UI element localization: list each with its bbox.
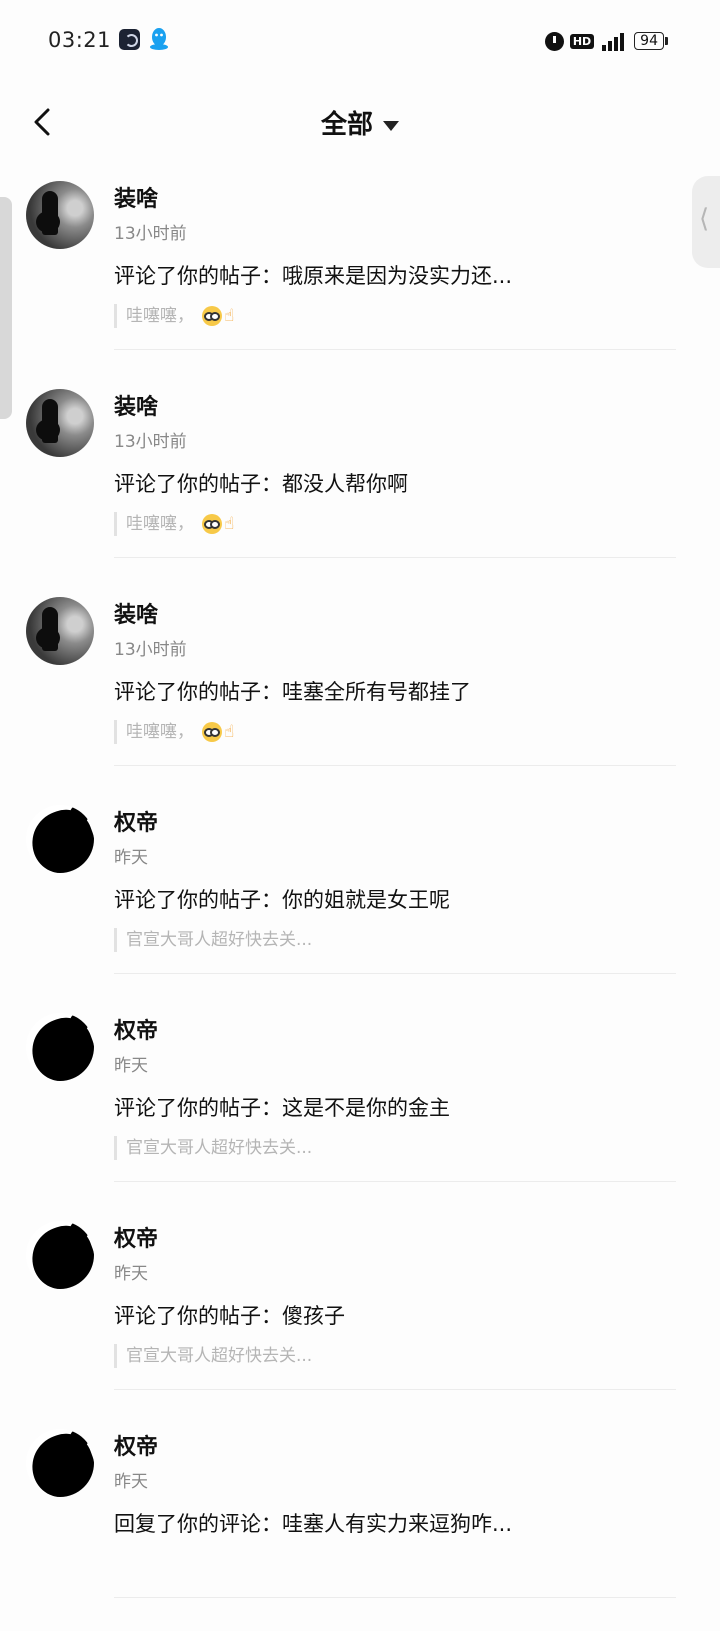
quoted-text: 官宣大哥人超好快去关... — [126, 1346, 313, 1366]
divider — [114, 973, 676, 974]
app-icon — [119, 29, 140, 50]
notification-text[interactable]: 评论了你的帖子：这是不是你的金主 — [114, 1092, 450, 1122]
alarm-icon — [544, 31, 564, 51]
divider — [114, 557, 676, 558]
quoted-text: 官宣大哥人超好快去关... — [126, 1138, 313, 1158]
timestamp: 昨天 — [114, 1264, 148, 1284]
hd-icon: HD — [569, 33, 595, 49]
battery-icon: 94 — [634, 32, 668, 50]
timestamp: 13小时前 — [114, 224, 187, 244]
notification-item[interactable]: 装啥 13小时前评论了你的帖子：都没人帮你啊哇噻噻， ☝ — [0, 383, 720, 591]
notification-item[interactable]: 权帝昨天回复了你的评论：哇塞人有实力来逗狗咋... — [0, 1423, 720, 1631]
quoted-post[interactable]: 官宣大哥人超好快去关... — [114, 928, 312, 952]
nerd-face-emoji-icon — [202, 722, 222, 742]
avatar[interactable] — [26, 181, 94, 249]
caret-down-icon[interactable] — [383, 120, 399, 131]
status-icons: HD 94 — [544, 29, 668, 53]
notification-item[interactable]: 装啥 13小时前评论了你的帖子：哇塞全所有号都挂了哇噻噻， ☝ — [0, 591, 720, 799]
divider — [114, 1597, 676, 1598]
timestamp: 昨天 — [114, 848, 148, 868]
username[interactable]: 权帝 — [114, 1013, 158, 1045]
status-time: 03:21 — [48, 28, 112, 52]
divider — [114, 1181, 676, 1182]
notification-list: 装啥 13小时前 评论了你的帖子：哦原来是因为没实力还... 哇噻噻， ☝ 装啥 13小时前… — [0, 175, 720, 1631]
avatar[interactable] — [26, 597, 94, 665]
timestamp: 昨天 — [114, 1056, 148, 1076]
signal-icon — [600, 31, 628, 51]
notification-item[interactable]: 权帝昨天评论了你的帖子：你的姐就是女王呢官宣大哥人超好快去关... — [0, 799, 720, 1007]
quoted-post[interactable]: 哇噻噻， ☝ — [114, 304, 234, 328]
avatar[interactable] — [26, 805, 94, 873]
quoted-post[interactable]: 哇噻噻， ☝ — [114, 512, 234, 536]
nerd-face-emoji-icon — [202, 514, 222, 534]
avatar[interactable] — [26, 389, 94, 457]
notification-text[interactable]: 评论了你的帖子：傻孩子 — [114, 1300, 345, 1330]
qq-icon — [150, 28, 168, 50]
quoted-post[interactable]: 官宣大哥人超好快去关... — [114, 1344, 312, 1368]
header: 全部 — [0, 90, 720, 156]
filter-dropdown[interactable]: 全部 — [0, 104, 720, 141]
timestamp: 13小时前 — [114, 432, 187, 452]
quoted-text: 哇噻噻， — [126, 306, 194, 326]
quoted-text: 哇噻噻， — [126, 722, 194, 742]
notification-item[interactable]: 装啥 13小时前评论了你的帖子：哦原来是因为没实力还... 哇噻噻， ☝ — [0, 175, 720, 383]
quoted-post[interactable]: 官宣大哥人超好快去关... — [114, 1136, 312, 1160]
notification-item[interactable]: 权帝昨天评论了你的帖子：这是不是你的金主官宣大哥人超好快去关... — [0, 1007, 720, 1215]
username[interactable]: 权帝 — [114, 1221, 158, 1253]
timestamp: 昨天 — [114, 1472, 148, 1492]
divider — [114, 765, 676, 766]
avatar[interactable] — [26, 1013, 94, 1081]
divider — [114, 349, 676, 350]
username[interactable]: 装啥 — [114, 597, 158, 629]
pointing-up-emoji-icon: ☝ — [224, 306, 235, 326]
notification-text[interactable]: 回复了你的评论：哇塞人有实力来逗狗咋... — [114, 1508, 512, 1538]
quoted-text: 哇噻噻， — [126, 514, 194, 534]
username[interactable]: 装啥 — [114, 181, 158, 213]
username[interactable]: 装啥 — [114, 389, 158, 421]
pointing-up-emoji-icon: ☝ — [224, 722, 235, 742]
username[interactable]: 权帝 — [114, 1429, 158, 1461]
divider — [114, 1389, 676, 1390]
pointing-up-emoji-icon: ☝ — [224, 514, 235, 534]
quoted-post[interactable]: 哇噻噻， ☝ — [114, 720, 234, 744]
notification-text[interactable]: 评论了你的帖子：都没人帮你啊 — [114, 468, 408, 498]
timestamp: 13小时前 — [114, 640, 187, 660]
username[interactable]: 权帝 — [114, 805, 158, 837]
notification-item[interactable]: 权帝昨天评论了你的帖子：傻孩子官宣大哥人超好快去关... — [0, 1215, 720, 1423]
notification-text[interactable]: 评论了你的帖子：哦原来是因为没实力还... — [114, 260, 512, 290]
nerd-face-emoji-icon — [202, 306, 222, 326]
avatar[interactable] — [26, 1221, 94, 1289]
status-bar: 03:21 HD 94 — [0, 0, 720, 82]
quoted-text: 官宣大哥人超好快去关... — [126, 930, 313, 950]
notification-text[interactable]: 评论了你的帖子：你的姐就是女王呢 — [114, 884, 450, 914]
notification-text[interactable]: 评论了你的帖子：哇塞全所有号都挂了 — [114, 676, 471, 706]
avatar[interactable] — [26, 1429, 94, 1497]
page-title[interactable]: 全部 — [321, 110, 373, 140]
